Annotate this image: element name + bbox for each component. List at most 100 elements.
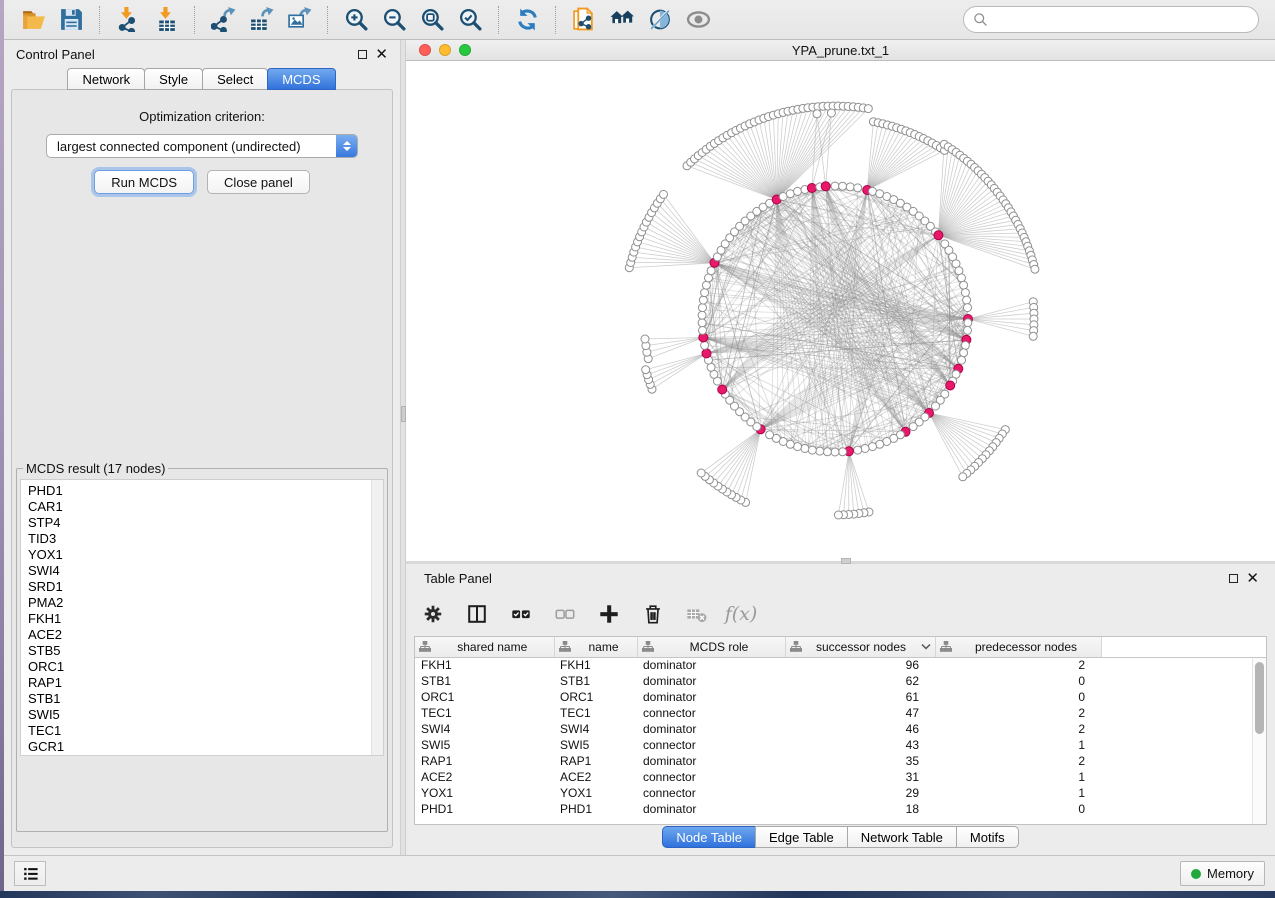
- mcds-result-list: PHD1CAR1STP4TID3YOX1SWI4SRD1PMA2FKH1ACE2…: [20, 479, 384, 756]
- table-row[interactable]: PHD1PHD1dominator180: [415, 801, 1266, 817]
- control-panel-title: Control Panel: [16, 47, 95, 62]
- search-input[interactable]: [994, 12, 1249, 27]
- zoom-selected-button[interactable]: [455, 5, 485, 35]
- table-row[interactable]: SWI4SWI4dominator462: [415, 721, 1266, 737]
- open-file-button[interactable]: [18, 5, 48, 35]
- mcds-result-item[interactable]: STP4: [28, 515, 383, 531]
- home-network-button[interactable]: [607, 5, 637, 35]
- window-zoom-icon[interactable]: [459, 44, 471, 56]
- import-network-button[interactable]: [113, 5, 143, 35]
- table-row[interactable]: STB1STB1dominator620: [415, 673, 1266, 689]
- show-columns-button[interactable]: [464, 601, 490, 627]
- zoom-fit-button[interactable]: [417, 5, 447, 35]
- task-history-button[interactable]: [14, 861, 46, 886]
- close-table-panel-icon[interactable]: ✕: [1246, 574, 1259, 583]
- float-panel-icon[interactable]: [358, 50, 367, 59]
- delete-button[interactable]: [640, 601, 666, 627]
- cytoscape-window: Control Panel ✕ NetworkStyleSelectMCDS O…: [4, 0, 1275, 891]
- column-header-shared-name[interactable]: shared name: [415, 637, 554, 657]
- toolbar-separator: [99, 6, 100, 34]
- cell-name: TEC1: [554, 705, 637, 721]
- table-row[interactable]: TEC1TEC1connector472: [415, 705, 1266, 721]
- mcds-result-item[interactable]: RAP1: [28, 675, 383, 691]
- mcds-result-item[interactable]: TEC1: [28, 723, 383, 739]
- optimization-criterion-select[interactable]: largest connected component (undirected): [46, 134, 358, 158]
- table-row[interactable]: ACE2ACE2connector311: [415, 769, 1266, 785]
- mcds-result-item[interactable]: TID3: [28, 531, 383, 547]
- table-settings-button[interactable]: [420, 601, 446, 627]
- zoom-out-button[interactable]: [379, 5, 409, 35]
- save-session-button[interactable]: [56, 5, 86, 35]
- cell-shared-name: SWI4: [415, 721, 554, 737]
- zoom-in-button[interactable]: [341, 5, 371, 35]
- tab-select[interactable]: Select: [202, 68, 268, 90]
- mcds-result-item[interactable]: PHD1: [28, 483, 383, 499]
- show-hide-button[interactable]: [683, 5, 713, 35]
- tab-motifs[interactable]: Motifs: [956, 826, 1019, 848]
- function-builder-button: f(x): [728, 601, 754, 627]
- mcds-result-item[interactable]: FKH1: [28, 611, 383, 627]
- open-file-icon: [21, 7, 46, 32]
- table-scrollbar-thumb[interactable]: [1255, 662, 1264, 734]
- export-network-button[interactable]: [208, 5, 238, 35]
- run-mcds-button[interactable]: Run MCDS: [94, 170, 194, 194]
- network-canvas[interactable]: [406, 61, 1275, 561]
- table-row[interactable]: RAP1RAP1dominator352: [415, 753, 1266, 769]
- deselect-all-button[interactable]: [552, 601, 578, 627]
- mcds-result-item[interactable]: STB1: [28, 691, 383, 707]
- import-table-button[interactable]: [151, 5, 181, 35]
- close-panel-icon[interactable]: ✕: [375, 50, 388, 59]
- table-splitter-grip[interactable]: [841, 558, 851, 564]
- table-row[interactable]: YOX1YOX1connector291: [415, 785, 1266, 801]
- mcds-result-item[interactable]: SWI5: [28, 707, 383, 723]
- tab-style[interactable]: Style: [144, 68, 203, 90]
- mcds-result-item[interactable]: YOX1: [28, 547, 383, 563]
- column-header-predecessor-nodes[interactable]: predecessor nodes: [935, 637, 1101, 657]
- mcds-result-item[interactable]: GCR1: [28, 739, 383, 755]
- desktop-wallpaper-bottom: [0, 891, 1275, 898]
- mcds-result-item[interactable]: ORC1: [28, 659, 383, 675]
- result-list-scrollbar[interactable]: [371, 480, 383, 755]
- share-document-button[interactable]: [569, 5, 599, 35]
- mcds-result-item[interactable]: SWI4: [28, 563, 383, 579]
- refresh-layout-button[interactable]: [512, 5, 542, 35]
- zoom-out-icon: [382, 7, 407, 32]
- table-scrollbar[interactable]: [1252, 658, 1266, 824]
- add-button[interactable]: [596, 601, 622, 627]
- cell-predecessor-nodes: 0: [935, 673, 1101, 689]
- export-image-icon: [287, 7, 312, 32]
- cell-MCDS-role: connector: [637, 769, 785, 785]
- toggle-graphics-details-button[interactable]: [645, 5, 675, 35]
- column-header-MCDS-role[interactable]: MCDS role: [637, 637, 785, 657]
- table-row[interactable]: FKH1FKH1dominator962: [415, 657, 1266, 673]
- tab-edge-table[interactable]: Edge Table: [755, 826, 848, 848]
- export-table-button[interactable]: [246, 5, 276, 35]
- mcds-result-item[interactable]: SRD1: [28, 579, 383, 595]
- mcds-result-item[interactable]: CAR1: [28, 499, 383, 515]
- mcds-result-item[interactable]: STB5: [28, 643, 383, 659]
- cell-successor-nodes: 61: [785, 689, 935, 705]
- table-row[interactable]: SWI5SWI5connector431: [415, 737, 1266, 753]
- mcds-result-item[interactable]: PMA2: [28, 595, 383, 611]
- table-splitter[interactable]: [406, 561, 1275, 564]
- import-table-icon: [154, 7, 179, 32]
- mcds-result-group: MCDS result (17 nodes) PHD1CAR1STP4TID3Y…: [16, 461, 388, 832]
- memory-button[interactable]: Memory: [1180, 861, 1265, 886]
- export-image-button[interactable]: [284, 5, 314, 35]
- select-all-button[interactable]: [508, 601, 534, 627]
- column-header-name[interactable]: name: [554, 637, 637, 657]
- tab-network-table[interactable]: Network Table: [847, 826, 957, 848]
- tab-mcds[interactable]: MCDS: [267, 68, 335, 90]
- tab-node-table[interactable]: Node Table: [662, 826, 756, 848]
- search-box[interactable]: [963, 6, 1259, 33]
- mcds-result-item[interactable]: ACE2: [28, 627, 383, 643]
- table-panel-titlebar: Table Panel ✕: [406, 564, 1275, 592]
- close-panel-button[interactable]: Close panel: [207, 170, 310, 194]
- column-header-successor-nodes[interactable]: successor nodes: [785, 637, 935, 657]
- table-row[interactable]: ORC1ORC1dominator610: [415, 689, 1266, 705]
- tab-network[interactable]: Network: [67, 68, 145, 90]
- window-minimize-icon[interactable]: [439, 44, 451, 56]
- window-close-icon[interactable]: [419, 44, 431, 56]
- float-table-panel-icon[interactable]: [1229, 574, 1238, 583]
- toggle-graphics-details-icon: [648, 7, 673, 32]
